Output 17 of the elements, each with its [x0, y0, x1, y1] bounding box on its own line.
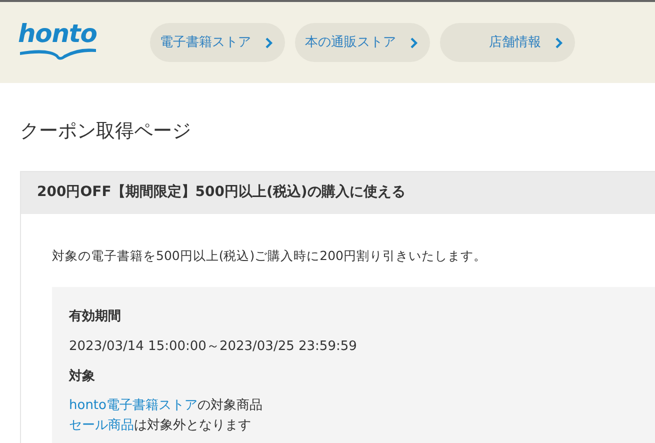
- nav-button[interactable]: 店舗情報: [440, 23, 575, 62]
- coupon-title: 200円OFF【期間限定】500円以上(税込)の購入に使える: [21, 172, 655, 214]
- honto-logo[interactable]: honto: [18, 20, 98, 60]
- detail-heading: 有効期間: [69, 308, 122, 326]
- nav-button[interactable]: 本の通販ストア: [295, 23, 430, 62]
- coupon-description: 対象の電子書籍を500円以上(税込)ご購入時に200円割り引きいたします。: [52, 246, 488, 264]
- target-note: honto電子書籍ストアの対象商品: [69, 397, 262, 416]
- chevron-right-icon: [265, 36, 273, 48]
- page-title: クーポン取得ページ: [20, 119, 192, 144]
- validity-period: 2023/03/14 15:00:00～2023/03/25 23:59:59: [69, 338, 357, 356]
- detail-heading: 対象: [69, 368, 96, 386]
- chevron-right-icon: [410, 36, 418, 48]
- nav-button[interactable]: 電子書籍ストア: [150, 23, 285, 62]
- link[interactable]: セール商品: [69, 418, 134, 434]
- target-note: セール商品は対象外となります: [69, 417, 251, 436]
- chevron-right-icon: [555, 36, 563, 48]
- link[interactable]: honto電子書籍ストア: [69, 398, 198, 414]
